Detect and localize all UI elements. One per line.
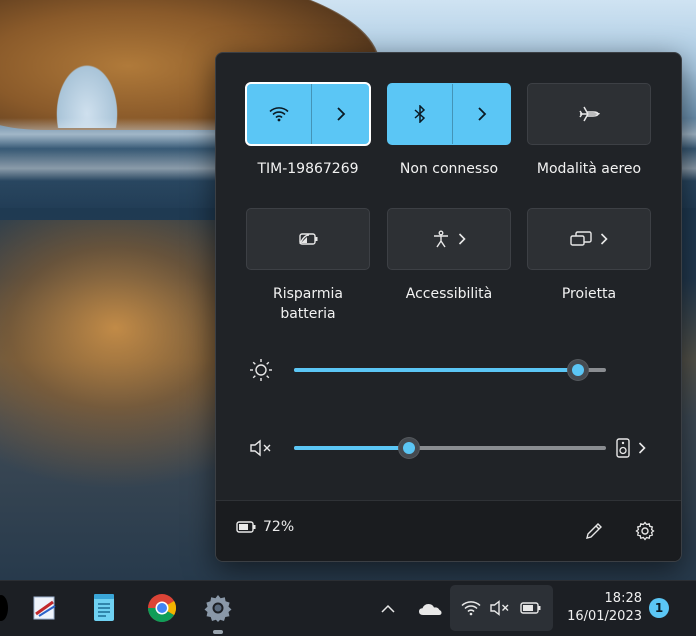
onedrive-icon <box>418 602 442 616</box>
taskbar-paint-app[interactable] <box>28 591 62 625</box>
accessibility-tile-content <box>432 230 466 248</box>
accessibility-tile-label: Accessibilità <box>405 286 493 302</box>
project-tile-label: Proietta <box>561 286 617 302</box>
bluetooth-icon <box>414 105 426 123</box>
taskbar-chrome-app[interactable] <box>145 591 179 625</box>
bluetooth-tile[interactable] <box>387 83 511 145</box>
taskbar: 18:28 16/01/2023 1 <box>0 580 696 636</box>
chevron-right-icon <box>477 107 487 121</box>
wifi-icon <box>269 106 289 122</box>
battery-icon <box>236 521 256 533</box>
accessibility-tile[interactable] <box>387 208 511 270</box>
bluetooth-toggle-button[interactable] <box>388 84 452 144</box>
quick-settings-footer: 72% <box>216 500 681 561</box>
taskbar-notepad-app[interactable] <box>87 591 121 625</box>
show-hidden-icons-button[interactable] <box>376 581 400 636</box>
clock-time: 18:28 <box>604 591 642 606</box>
chrome-icon <box>147 593 177 623</box>
airplane-icon <box>578 105 600 123</box>
taskbar-clock[interactable]: 18:28 16/01/2023 <box>562 590 642 626</box>
notepad-icon <box>91 593 117 623</box>
wifi-tile[interactable] <box>245 82 371 146</box>
quick-settings-row-2 <box>246 208 656 272</box>
chevron-right-icon <box>600 233 608 245</box>
chevron-right-icon <box>638 442 646 454</box>
chevron-right-icon <box>336 107 346 121</box>
volume-slider-thumb[interactable] <box>399 438 420 458</box>
quick-settings-row-1 <box>245 82 656 147</box>
volume-slider[interactable] <box>294 438 606 458</box>
notification-badge[interactable]: 1 <box>649 598 669 618</box>
pencil-icon <box>585 522 603 540</box>
gear-icon <box>635 521 655 541</box>
brightness-slider-thumb[interactable] <box>567 360 588 380</box>
volume-slider-fill <box>294 446 410 450</box>
chevron-right-icon <box>458 233 466 245</box>
settings-app-icon <box>203 593 233 623</box>
active-app-indicator <box>213 630 223 634</box>
bluetooth-tile-label: Non connesso <box>399 161 499 177</box>
battery-percent: 72% <box>263 519 295 535</box>
quick-settings-panel: TIM-19867269 Non connesso Modalità aereo <box>215 52 682 562</box>
airplane-mode-tile-label: Modalità aereo <box>536 161 642 177</box>
network-volume-battery-button[interactable] <box>450 585 553 631</box>
battery-saver-icon <box>297 232 319 246</box>
quick-settings-row-2-labels: Risparmia batteria Accessibilità Proiett… <box>246 284 656 328</box>
speaker-icon <box>616 438 630 458</box>
wifi-expand-button[interactable] <box>312 84 370 144</box>
open-settings-button[interactable] <box>631 517 659 545</box>
battery-saver-tile[interactable] <box>246 208 370 270</box>
volume-slider-row <box>246 433 666 463</box>
brightness-icon <box>246 358 276 382</box>
project-tile-content <box>570 231 608 247</box>
volume-muted-icon[interactable] <box>246 436 276 460</box>
airplane-mode-tile[interactable] <box>527 83 651 145</box>
brightness-slider-row <box>246 355 666 385</box>
wifi-icon <box>461 600 481 616</box>
accessibility-icon <box>432 230 450 248</box>
brightness-slider[interactable] <box>294 360 606 380</box>
audio-output-button[interactable] <box>616 436 660 460</box>
brightness-slider-fill <box>294 368 578 372</box>
chevron-up-icon <box>381 604 395 614</box>
quick-settings-row-1-labels: TIM-19867269 Non connesso Modalità aereo <box>246 159 656 181</box>
battery-status[interactable]: 72% <box>236 519 294 535</box>
volume-muted-icon <box>490 600 510 616</box>
onedrive-tray-button[interactable] <box>416 581 444 636</box>
wifi-toggle-button[interactable] <box>247 84 311 144</box>
wifi-tile-label: TIM-19867269 <box>257 161 359 177</box>
taskbar-edge-item[interactable] <box>0 595 8 621</box>
battery-saver-tile-label: Risparmia batteria <box>273 286 343 322</box>
clock-date: 16/01/2023 <box>567 609 642 624</box>
project-tile[interactable] <box>527 208 651 270</box>
taskbar-settings-app[interactable] <box>201 591 235 625</box>
project-icon <box>570 231 592 247</box>
bluetooth-expand-button[interactable] <box>453 84 511 144</box>
battery-icon <box>520 602 542 614</box>
edit-quick-settings-button[interactable] <box>580 517 608 545</box>
paint-icon <box>31 594 59 622</box>
